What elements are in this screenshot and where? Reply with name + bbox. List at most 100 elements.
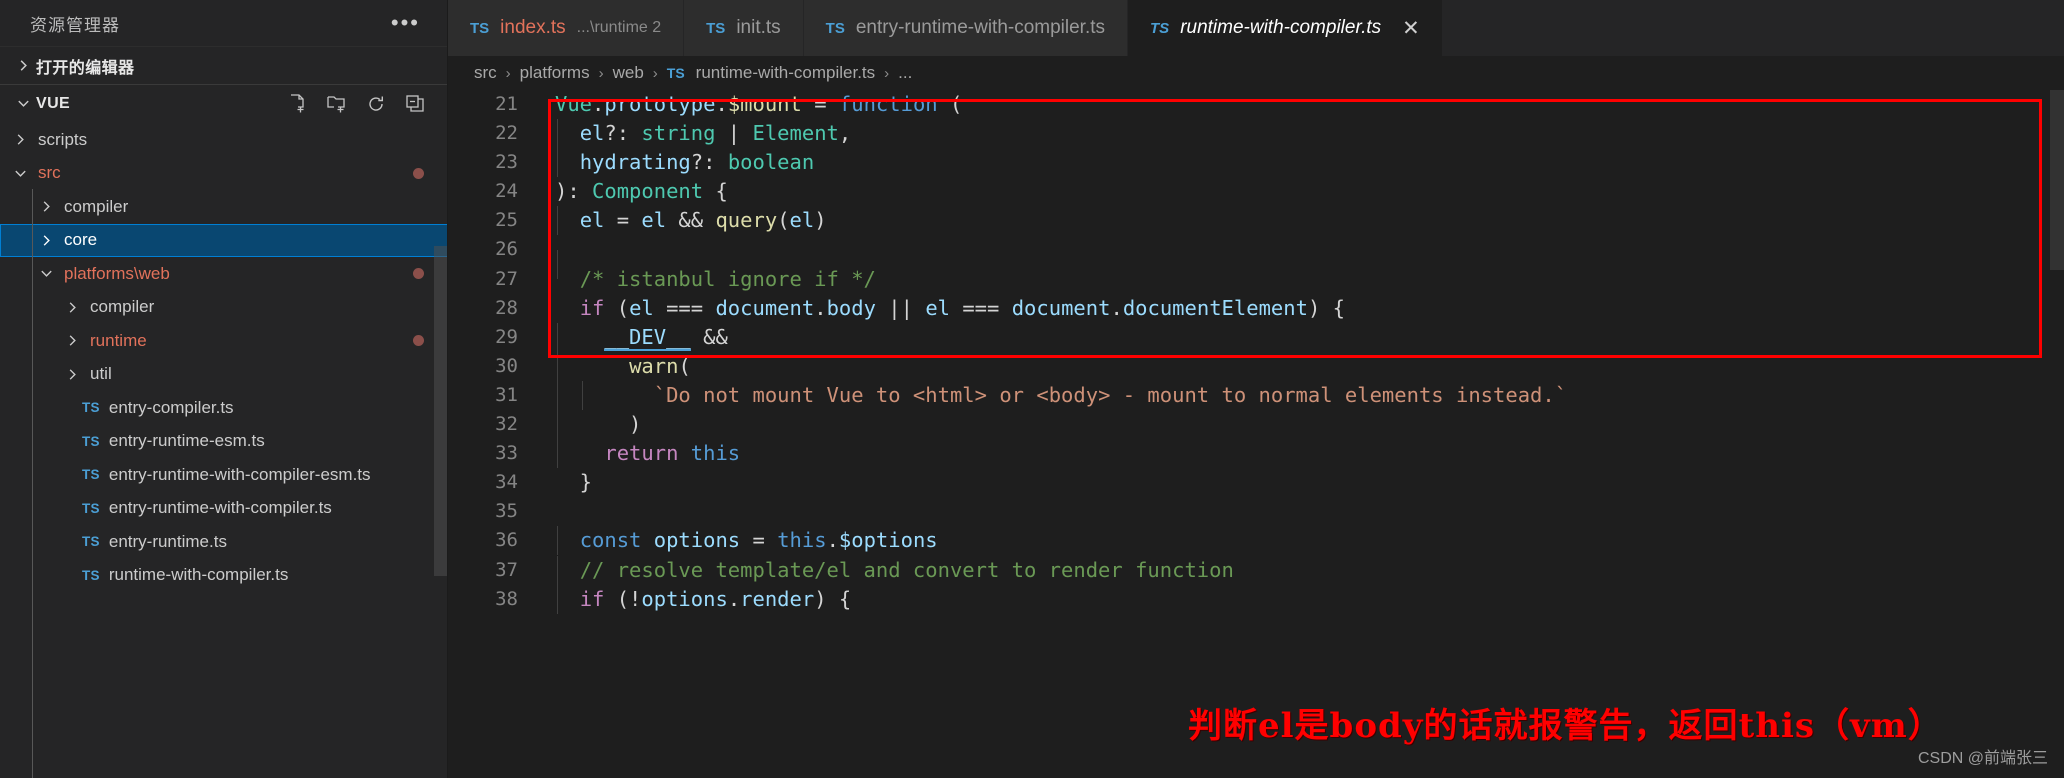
code-token: render: [740, 586, 815, 611]
code-text: const options = this.$options: [540, 526, 938, 556]
open-editors-section[interactable]: 打开的编辑器: [0, 46, 448, 84]
code-token: .: [814, 295, 827, 320]
code-text: }: [540, 468, 592, 497]
tab-bar: TS index.ts ...\runtime 2 TS init.ts TS entry-…: [448, 0, 2064, 56]
workspace-section[interactable]: VUE: [0, 84, 448, 122]
code-token: warn: [629, 353, 679, 378]
editor-tab[interactable]: TS index.ts ...\runtime 2: [448, 0, 685, 56]
tree-item[interactable]: TS entry-runtime-with-compiler.ts: [0, 492, 448, 526]
tab-label: init.ts: [736, 17, 781, 38]
tree-item[interactable]: TS entry-compiler.ts: [0, 391, 448, 425]
code-token: el: [789, 208, 815, 233]
breadcrumb-separator: ›: [598, 64, 604, 82]
line-number: 35: [495, 500, 518, 523]
code-token: .: [727, 586, 741, 611]
typescript-file-icon: TS: [1150, 19, 1170, 37]
code-token: el: [629, 295, 654, 320]
breadcrumb-separator: ›: [652, 64, 658, 82]
line-number: 38: [495, 587, 518, 610]
code-token: `Do not mount Vue to <html> or <body> - …: [653, 382, 1568, 407]
typescript-file-icon: TS: [82, 467, 100, 483]
code-token: el: [641, 208, 667, 233]
line-number: 25: [495, 209, 518, 232]
ellipsis-icon[interactable]: •••: [387, 12, 424, 34]
sidebar-scrollbar[interactable]: [434, 246, 448, 576]
editor-tab[interactable]: TS runtime-with-compiler.ts ✕: [1128, 0, 1443, 56]
explorer-header: 资源管理器 •••: [0, 0, 448, 46]
code-token: ,: [838, 121, 852, 146]
code-token: ):: [555, 179, 593, 204]
line-number: 28: [495, 296, 518, 319]
tree-item[interactable]: TS runtime-with-compiler.ts: [0, 559, 448, 593]
code-text: Vue.prototype.$mount = function (: [540, 90, 962, 119]
code-token: .: [1110, 295, 1123, 320]
breadcrumb-item[interactable]: web: [613, 63, 644, 83]
tree-item[interactable]: core: [0, 223, 448, 257]
new-folder-icon[interactable]: [326, 93, 348, 115]
new-file-icon[interactable]: [287, 93, 309, 115]
tree-item[interactable]: compiler: [0, 291, 448, 325]
code-token: options: [641, 586, 728, 611]
editor-tab[interactable]: TS entry-runtime-with-compiler.ts: [803, 0, 1129, 56]
modified-indicator-dot: [413, 335, 424, 347]
code-editor[interactable]: 21 Vue.prototype.$mount = function (22 el…: [448, 90, 2064, 778]
tree-item[interactable]: compiler: [0, 190, 448, 224]
tree-item[interactable]: src: [0, 157, 448, 191]
breadcrumb-separator: ›: [505, 64, 511, 82]
code-line: 31 `Do not mount Vue to <html> or <body>…: [448, 380, 2064, 410]
code-indent-guide: [557, 439, 558, 469]
collapse-all-icon[interactable]: [404, 93, 426, 115]
code-token: body: [826, 295, 876, 320]
tree-item-label: runtime: [90, 330, 147, 350]
code-token: &&: [666, 208, 716, 233]
line-number: 27: [495, 267, 518, 290]
tree-item[interactable]: TS entry-runtime.ts: [0, 525, 448, 559]
file-tree[interactable]: scripts src compiler core platforms\web compi…: [0, 122, 448, 778]
code-token: .: [592, 92, 605, 116]
code-token: if: [579, 295, 605, 320]
code-token: function: [838, 92, 938, 116]
code-indent-guide: [557, 322, 558, 352]
typescript-file-icon: TS: [82, 400, 100, 416]
line-number: 29: [495, 325, 518, 348]
code-token: ): [814, 208, 827, 233]
breadcrumb-separator: ›: [884, 64, 890, 82]
tree-item[interactable]: runtime: [0, 324, 448, 358]
tab-label: index.ts: [500, 17, 566, 38]
tree-item-label: entry-runtime.ts: [108, 531, 227, 551]
code-line: 35: [448, 497, 2064, 526]
code-text: hydrating?: boolean: [540, 148, 814, 178]
line-number: 21: [495, 93, 518, 115]
tree-item[interactable]: util: [0, 358, 448, 392]
typescript-file-icon: TS: [470, 19, 490, 37]
tree-item[interactable]: TS entry-runtime-esm.ts: [0, 425, 448, 459]
editor-tab[interactable]: TS init.ts: [684, 0, 804, 56]
typescript-file-icon: TS: [82, 500, 100, 516]
tree-item-label: compiler: [90, 297, 155, 317]
code-token: el: [925, 295, 950, 320]
code-line: 34 }: [448, 468, 2064, 497]
breadcrumb-item[interactable]: ...: [898, 63, 912, 83]
close-icon[interactable]: ✕: [1402, 18, 1420, 39]
tree-item[interactable]: TS entry-runtime-with-compiler-esm.ts: [0, 458, 448, 492]
editor-scrollbar[interactable]: [2050, 90, 2064, 270]
breadcrumb-item[interactable]: platforms: [520, 63, 590, 83]
code-token: hydrating: [579, 150, 691, 175]
tree-item[interactable]: scripts: [0, 123, 448, 157]
tab-label: entry-runtime-with-compiler.ts: [855, 17, 1106, 38]
code-token: |: [715, 121, 753, 146]
tree-item-label: entry-runtime-with-compiler-esm.ts: [108, 464, 371, 484]
tree-item[interactable]: platforms\web: [0, 257, 448, 291]
code-token: &&: [690, 324, 728, 349]
refresh-icon[interactable]: [365, 93, 387, 115]
code-indent-guide: [581, 380, 583, 410]
code-token: query: [715, 208, 778, 233]
code-token: =: [604, 208, 642, 233]
breadcrumb-item[interactable]: runtime-with-compiler.ts: [696, 63, 876, 83]
breadcrumb-item[interactable]: src: [474, 63, 497, 83]
open-editors-label: 打开的编辑器: [36, 59, 135, 77]
